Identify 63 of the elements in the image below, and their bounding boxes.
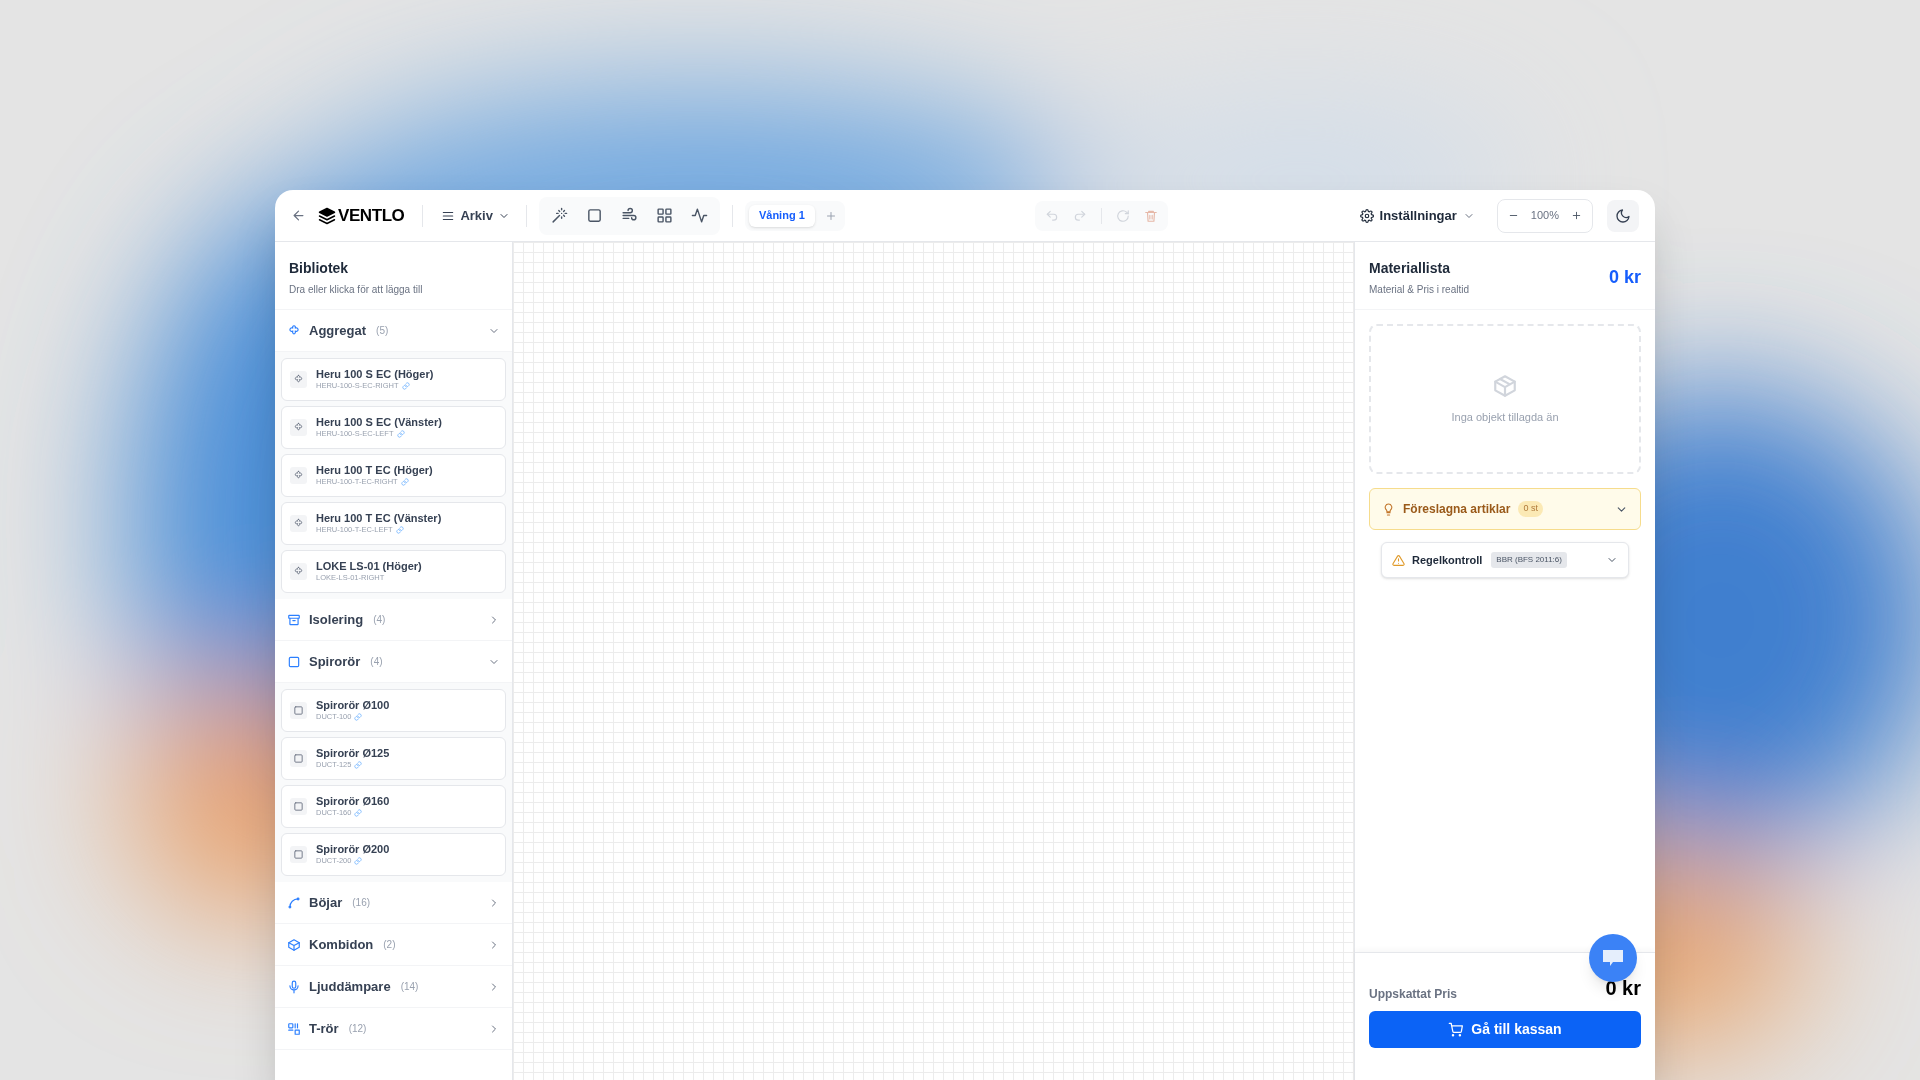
file-menu-button[interactable]: Arkiv	[441, 205, 510, 226]
warning-icon	[1392, 553, 1405, 567]
item-name: Spirorör Ø200	[316, 844, 390, 855]
zoom-value: 100%	[1530, 208, 1559, 224]
item-name: LOKE LS-01 (Höger)	[316, 561, 422, 573]
layers-icon	[318, 206, 336, 225]
item-name: Heru 100 S EC (Höger)	[316, 369, 434, 380]
square-icon	[287, 654, 301, 669]
category-header[interactable]: Isolering (4)	[275, 599, 512, 641]
checkout-button[interactable]: Gå till kassan	[1369, 1011, 1641, 1048]
fan-icon	[290, 563, 307, 580]
empty-message: Inga objekt tillagda än	[1451, 409, 1559, 425]
moon-icon	[1615, 207, 1631, 224]
item-name: Heru 100 S EC (Vänster)	[316, 417, 442, 428]
plus-icon[interactable]	[1571, 210, 1582, 221]
category-header[interactable]: Ljuddämpare (14)	[275, 966, 512, 1008]
microphone-icon	[287, 979, 301, 994]
floor-tab[interactable]: Våning 1	[748, 204, 815, 227]
item-name: Heru 100 T EC (Vänster)	[316, 513, 442, 524]
materials-subtitle: Material & Pris i realtid	[1369, 283, 1470, 297]
settings-button[interactable]: Inställningar	[1359, 205, 1475, 226]
item-name: Spirorör Ø125	[316, 748, 390, 759]
back-arrow-icon[interactable]	[291, 208, 306, 223]
rule-check-panel[interactable]: Regelkontroll BBR (BFS 2011:6)	[1381, 542, 1629, 578]
gear-icon	[1359, 208, 1374, 223]
curve-icon	[287, 895, 301, 910]
chat-bubble-icon	[1601, 948, 1625, 968]
estimate-label: Uppskattat Pris	[1369, 986, 1458, 1003]
item-name: Spirorör Ø100	[316, 700, 390, 711]
square-icon	[290, 702, 307, 719]
square-icon	[290, 846, 307, 863]
suggested-items-panel[interactable]: Föreslagna artiklar 0 st	[1369, 488, 1641, 530]
item-name: Heru 100 T EC (Höger)	[316, 465, 433, 476]
magic-wand-icon[interactable]	[550, 207, 568, 224]
library-subtitle: Dra eller klicka för att lägga till	[289, 283, 424, 297]
category-header[interactable]: Böjar (16)	[275, 882, 512, 924]
count-badge: 0 st	[1518, 501, 1543, 517]
square-icon	[290, 798, 307, 815]
square-icon[interactable]	[585, 207, 603, 224]
box-icon	[1492, 372, 1518, 399]
standard-badge: BBR (BFS 2011:6)	[1491, 552, 1567, 568]
fan-icon	[290, 467, 307, 484]
pulse-icon[interactable]	[690, 207, 708, 224]
archive-icon	[287, 612, 301, 627]
category-header[interactable]: Kombidon (2)	[275, 924, 512, 966]
theme-toggle-button[interactable]	[1607, 199, 1639, 232]
materials-title: Materiallista	[1369, 259, 1451, 278]
estimate-price: 0 kr	[1605, 976, 1641, 1001]
fan-icon	[290, 371, 307, 388]
category-header[interactable]: T-rör (12)	[275, 1008, 512, 1050]
grid-icon[interactable]	[655, 207, 673, 224]
library-title: Bibliotek	[289, 259, 350, 278]
fan-icon	[290, 515, 307, 532]
total-price: 0 kr	[1608, 266, 1641, 289]
cube-icon	[287, 937, 301, 952]
fan-icon	[290, 419, 307, 436]
lightbulb-icon	[1382, 502, 1395, 516]
chat-button[interactable]	[1589, 934, 1637, 982]
grid-icon	[287, 1021, 301, 1036]
square-icon	[290, 750, 307, 767]
item-name: Spirorör Ø160	[316, 796, 390, 807]
cart-icon	[1448, 1022, 1464, 1037]
logo-text: VENTLO	[338, 207, 405, 224]
